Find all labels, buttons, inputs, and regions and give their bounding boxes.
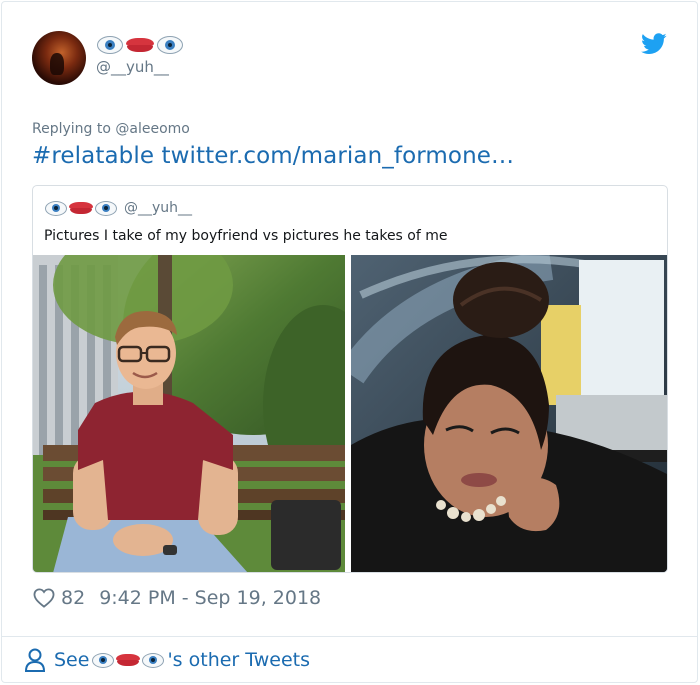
eye-emoji-icon — [157, 36, 183, 54]
photo-boyfriend-image — [33, 255, 345, 572]
photo-boyfriend[interactable] — [33, 255, 345, 572]
quote-text: Pictures I take of my boyfriend vs pictu… — [44, 228, 448, 244]
eye-emoji-icon — [97, 36, 123, 54]
lips-emoji-icon — [126, 38, 154, 52]
quoted-tweet[interactable]: @__yuh__ Pictures I take of my boyfriend… — [32, 185, 668, 573]
quote-handle: @__yuh__ — [124, 200, 193, 216]
tweet-stats: 82 9:42 PM - Sep 19, 2018 — [33, 586, 321, 610]
lips-emoji-icon — [116, 654, 141, 666]
eye-emoji-icon — [142, 652, 165, 668]
footer-divider — [1, 636, 698, 637]
person-icon — [24, 648, 46, 672]
replying-prefix: Replying to — [32, 121, 116, 137]
like-count[interactable]: 82 — [61, 587, 85, 609]
eye-emoji-icon — [92, 652, 115, 668]
photo-girlfriend-image — [351, 255, 667, 572]
footer-display-name — [91, 652, 165, 668]
heart-icon[interactable] — [33, 588, 55, 608]
tweet-timestamp[interactable]: 9:42 PM - Sep 19, 2018 — [99, 587, 321, 609]
see-prefix: See — [54, 649, 90, 671]
see-suffix: 's other Tweets — [167, 649, 310, 671]
reply-mention-link[interactable]: @aleeomo — [115, 121, 189, 137]
lips-emoji-icon — [69, 202, 93, 214]
display-name[interactable] — [96, 33, 184, 57]
tweet-text: #relatable twitter.com/marian_formone… — [32, 143, 514, 169]
avatar[interactable] — [32, 31, 86, 85]
replying-to: Replying to @aleeomo — [32, 121, 190, 137]
see-other-tweets-link[interactable]: See 's other Tweets — [24, 646, 310, 674]
eye-emoji-icon — [95, 200, 117, 216]
tweet-link[interactable]: #relatable twitter.com/marian_formone… — [32, 143, 514, 169]
eye-emoji-icon — [45, 200, 67, 216]
author-handle[interactable]: @__yuh__ — [96, 58, 169, 76]
photo-girlfriend[interactable] — [351, 255, 667, 572]
twitter-bird-icon[interactable] — [641, 33, 667, 55]
quote-header: @__yuh__ — [44, 200, 192, 216]
